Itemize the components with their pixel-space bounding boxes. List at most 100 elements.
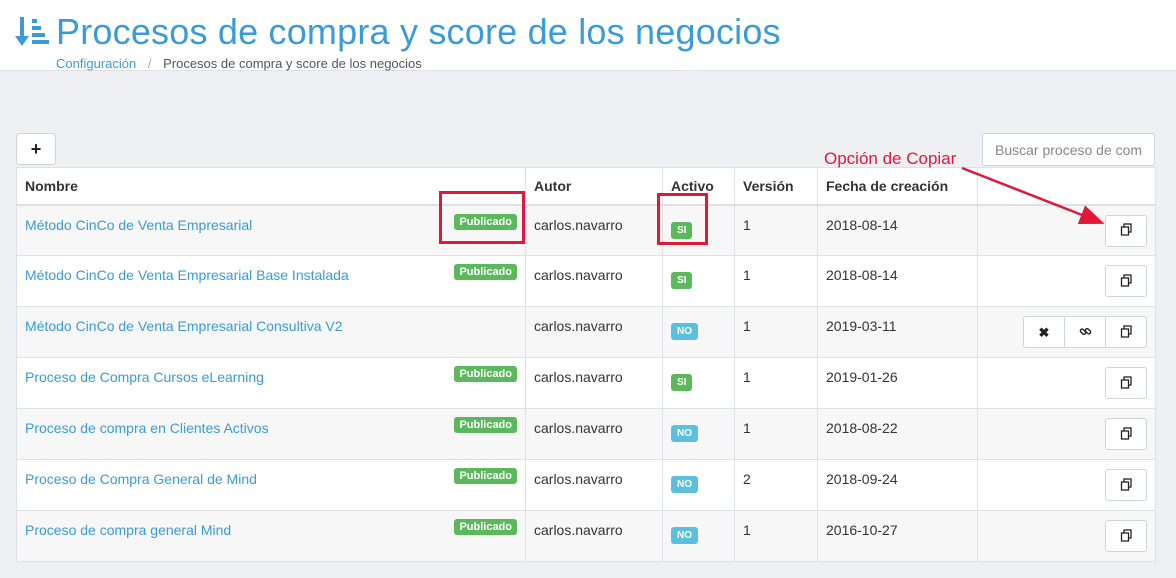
table-header-row: Nombre Autor Activo Versión Fecha de cre…	[16, 167, 1156, 206]
cell-version: 1	[734, 255, 818, 307]
active-badge: SI	[671, 221, 693, 239]
cell-created: 2018-08-22	[817, 408, 978, 460]
active-badge: SI	[671, 272, 693, 289]
cell-active: NO	[662, 408, 735, 460]
cell-version: 2	[734, 459, 818, 511]
copy-icon	[1120, 426, 1133, 442]
table-row: Método CinCo de Venta Empresarial Consul…	[16, 306, 1156, 358]
column-header-actions	[977, 167, 1156, 206]
action-button-group	[1105, 214, 1147, 247]
cell-author: carlos.navarro	[525, 510, 663, 562]
copy-icon	[1120, 528, 1133, 544]
cell-name: Método CinCo de Venta Empresarial Consul…	[16, 306, 526, 358]
table-row: Proceso de Compra Cursos eLearning Public…	[16, 357, 1156, 409]
cell-version: 1	[734, 204, 818, 256]
cell-name: Proceso de compra en Clientes Activos Pub…	[16, 408, 526, 460]
cell-version: 1	[734, 306, 818, 358]
link-icon	[1079, 325, 1092, 340]
close-button[interactable]: ✖	[1023, 316, 1065, 348]
cell-actions	[977, 408, 1156, 460]
cell-active: SI	[662, 204, 735, 256]
close-icon: ✖	[1038, 324, 1050, 340]
copy-button[interactable]	[1105, 367, 1147, 399]
cell-created: 2018-08-14	[817, 204, 978, 256]
breadcrumb-link-configuracion[interactable]: Configuración	[56, 56, 136, 71]
cell-name: Proceso de compra general Mind Publicado	[16, 510, 526, 562]
cell-author: carlos.navarro	[525, 204, 663, 256]
copy-button[interactable]	[1105, 418, 1147, 450]
process-name-link[interactable]: Método CinCo de Venta Empresarial	[25, 217, 252, 233]
column-header-fecha[interactable]: Fecha de creación	[817, 167, 978, 206]
copy-icon	[1120, 324, 1133, 340]
page-header: Procesos de compra y score de los negoci…	[0, 0, 1176, 71]
copy-button[interactable]	[1105, 316, 1147, 348]
process-name-link[interactable]: Método CinCo de Venta Empresarial Consul…	[25, 318, 343, 334]
published-badge: Publicado	[454, 468, 517, 484]
cell-active: SI	[662, 255, 735, 307]
breadcrumb-current: Procesos de compra y score de los negoci…	[163, 56, 422, 71]
cell-actions	[977, 204, 1156, 256]
active-badge: NO	[671, 425, 698, 442]
action-button-group: ✖	[1023, 316, 1147, 348]
table-row: Proceso de compra general Mind Publicado c…	[16, 510, 1156, 562]
cell-active: NO	[662, 459, 735, 511]
process-name-link[interactable]: Método CinCo de Venta Empresarial Base I…	[25, 267, 349, 283]
search-input[interactable]	[982, 133, 1155, 166]
processes-table: Nombre Autor Activo Versión Fecha de cre…	[16, 167, 1156, 562]
cell-name: Método CinCo de Venta Empresarial Base I…	[16, 255, 526, 307]
action-button-group	[1105, 367, 1147, 399]
column-header-autor[interactable]: Autor	[525, 167, 663, 206]
copy-button[interactable]	[1105, 520, 1147, 552]
cell-author: carlos.navarro	[525, 306, 663, 358]
published-badge: Publicado	[454, 213, 517, 230]
cell-created: 2018-08-14	[817, 255, 978, 307]
process-name-link[interactable]: Proceso de Compra General de Mind	[25, 471, 257, 487]
cell-author: carlos.navarro	[525, 357, 663, 409]
cell-actions	[977, 510, 1156, 562]
process-name-link[interactable]: Proceso de compra en Clientes Activos	[25, 420, 269, 436]
copy-button[interactable]	[1105, 265, 1147, 297]
published-badge: Publicado	[454, 519, 517, 535]
cell-created: 2018-09-24	[817, 459, 978, 511]
breadcrumb-separator: /	[147, 56, 152, 71]
page-title: Procesos de compra y score de los negoci…	[56, 11, 781, 52]
action-button-group	[1105, 469, 1147, 501]
annotation-copy-option: Opción de Copiar	[824, 149, 957, 168]
active-badge: NO	[671, 323, 698, 340]
link-button[interactable]	[1064, 316, 1106, 348]
active-badge: NO	[671, 527, 698, 544]
cell-version: 1	[734, 408, 818, 460]
column-header-activo[interactable]: Activo	[662, 167, 735, 206]
cell-author: carlos.navarro	[525, 408, 663, 460]
cell-name: Método CinCo de Venta Empresarial Publica…	[16, 204, 526, 256]
cell-created: 2016-10-27	[817, 510, 978, 562]
copy-icon	[1120, 375, 1133, 391]
copy-icon	[1120, 273, 1133, 289]
sort-amount-down-icon	[15, 17, 49, 46]
process-name-link[interactable]: Proceso de compra general Mind	[25, 522, 231, 538]
active-badge: SI	[671, 374, 693, 391]
cell-active: NO	[662, 510, 735, 562]
process-name-link[interactable]: Proceso de Compra Cursos eLearning	[25, 369, 264, 385]
cell-author: carlos.navarro	[525, 255, 663, 307]
add-process-button[interactable]: +	[16, 133, 56, 165]
table-row: Método CinCo de Venta Empresarial Base I…	[16, 255, 1156, 307]
cell-created: 2019-03-11	[817, 306, 978, 358]
table-row: Proceso de Compra General de Mind Publica…	[16, 459, 1156, 511]
column-header-nombre[interactable]: Nombre	[16, 167, 526, 206]
cell-created: 2019-01-26	[817, 357, 978, 409]
column-header-version[interactable]: Versión	[734, 167, 818, 206]
published-badge: Publicado	[454, 264, 517, 280]
cell-actions	[977, 459, 1156, 511]
cell-active: SI	[662, 357, 735, 409]
table-row: Método CinCo de Venta Empresarial Publica…	[16, 204, 1156, 256]
copy-button[interactable]	[1105, 214, 1147, 247]
published-badge: Publicado	[454, 417, 517, 433]
cell-actions	[977, 357, 1156, 409]
cell-author: carlos.navarro	[525, 459, 663, 511]
cell-version: 1	[734, 510, 818, 562]
cell-version: 1	[734, 357, 818, 409]
copy-icon	[1120, 223, 1133, 238]
cell-name: Proceso de Compra General de Mind Publica…	[16, 459, 526, 511]
copy-button[interactable]	[1105, 469, 1147, 501]
